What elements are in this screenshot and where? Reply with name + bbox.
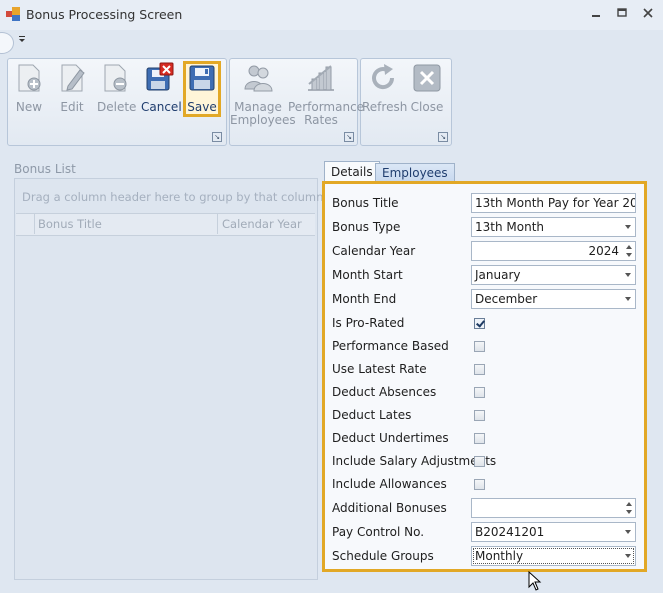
close-button[interactable]: Close xyxy=(410,62,444,114)
bonus-type-label: Bonus Type xyxy=(332,220,401,234)
tab-employees[interactable]: Employees xyxy=(375,163,455,182)
spin-up-icon[interactable] xyxy=(626,245,632,249)
performance-based-label: Performance Based xyxy=(332,339,449,353)
quick-access-toolbar xyxy=(0,30,663,54)
deduct-undertimes-label: Deduct Undertimes xyxy=(332,431,449,445)
pay-control-no-dropdown[interactable]: B20241201 xyxy=(471,522,636,542)
chevron-down-icon[interactable] xyxy=(625,554,631,558)
use-latest-rate-label: Use Latest Rate xyxy=(332,362,427,376)
chevron-down-icon[interactable] xyxy=(625,273,631,277)
include-salary-adjustments-checkbox[interactable] xyxy=(474,456,485,467)
column-header-calendar-year[interactable]: Calendar Year xyxy=(222,217,302,231)
bonus-title-label: Bonus Title xyxy=(332,196,399,210)
include-salary-adjustments-label: Include Salary Adjustments xyxy=(332,454,497,468)
include-allowances-label: Include Allowances xyxy=(332,477,447,491)
bonus-title-input[interactable]: 13th Month Pay for Year 2024 xyxy=(471,193,636,213)
refresh-icon xyxy=(372,64,395,90)
employees-icon xyxy=(244,65,273,92)
deduct-absences-label: Deduct Absences xyxy=(332,385,437,399)
month-start-label: Month Start xyxy=(332,268,403,282)
bonus-list-label: Bonus List xyxy=(14,162,76,176)
new-button[interactable]: New xyxy=(13,62,45,114)
deduct-undertimes-checkbox[interactable] xyxy=(474,433,485,444)
performance-rates-button[interactable]: Performance Rates xyxy=(288,62,364,127)
month-end-dropdown[interactable]: December xyxy=(471,289,636,309)
pay-control-no-label: Pay Control No. xyxy=(332,525,425,539)
spin-up-icon[interactable] xyxy=(626,502,632,506)
calendar-year-label: Calendar Year xyxy=(332,244,416,258)
group-launcher-icon[interactable]: ↘ xyxy=(212,132,222,142)
floppy-disk-icon xyxy=(189,65,215,91)
maximize-icon[interactable] xyxy=(611,4,633,24)
minimize-icon[interactable] xyxy=(585,4,607,24)
performance-chart-icon xyxy=(308,65,334,91)
cancel-save-icon xyxy=(146,62,174,91)
chevron-down-icon[interactable] xyxy=(18,35,26,46)
use-latest-rate-checkbox[interactable] xyxy=(474,364,485,375)
delete-button[interactable]: Delete xyxy=(97,62,136,114)
deduct-lates-checkbox[interactable] xyxy=(474,410,485,421)
cancel-button[interactable]: Cancel xyxy=(141,62,182,114)
app-icon xyxy=(6,7,20,21)
edit-button[interactable]: Edit xyxy=(56,62,88,114)
close-icon[interactable] xyxy=(637,4,659,24)
month-end-label: Month End xyxy=(332,292,397,306)
column-divider xyxy=(217,213,218,234)
mouse-cursor-icon xyxy=(528,571,542,591)
chevron-down-icon[interactable] xyxy=(625,225,631,229)
manage-employees-button[interactable]: Manage Employees xyxy=(230,62,296,127)
tab-details[interactable]: Details xyxy=(324,161,380,182)
month-start-dropdown[interactable]: January xyxy=(471,265,636,285)
delete-document-icon xyxy=(104,64,127,92)
group-launcher-icon[interactable]: ↘ xyxy=(438,132,448,142)
deduct-lates-label: Deduct Lates xyxy=(332,408,412,422)
include-allowances-checkbox[interactable] xyxy=(474,479,485,490)
schedule-groups-label: Schedule Groups xyxy=(332,549,434,563)
row-indicator-header xyxy=(16,213,35,234)
close-x-icon xyxy=(413,64,441,92)
spin-down-icon[interactable] xyxy=(626,253,632,257)
group-panel-hint: Drag a column header here to group by th… xyxy=(22,190,324,204)
save-button[interactable]: Save xyxy=(185,62,219,114)
is-pro-rated-label: Is Pro-Rated xyxy=(332,316,405,330)
chevron-down-icon[interactable] xyxy=(625,297,631,301)
window-title: Bonus Processing Screen xyxy=(26,7,183,22)
refresh-button[interactable]: Refresh xyxy=(362,62,407,114)
performance-based-checkbox[interactable] xyxy=(474,341,485,352)
column-header-bonus-title[interactable]: Bonus Title xyxy=(38,217,102,231)
chevron-down-icon[interactable] xyxy=(625,530,631,534)
calendar-year-spinner[interactable]: 2024 xyxy=(471,241,636,261)
is-pro-rated-checkbox[interactable] xyxy=(474,318,485,329)
additional-bonuses-label: Additional Bonuses xyxy=(332,501,447,515)
edit-pencil-icon xyxy=(61,64,85,92)
schedule-groups-dropdown[interactable]: Monthly xyxy=(471,546,636,566)
deduct-absences-checkbox[interactable] xyxy=(474,387,485,398)
additional-bonuses-spinner[interactable] xyxy=(471,498,636,518)
bonus-type-dropdown[interactable]: 13th Month xyxy=(471,217,636,237)
group-launcher-icon[interactable]: ↘ xyxy=(344,132,354,142)
bonus-list-grid[interactable] xyxy=(14,178,318,580)
spin-down-icon[interactable] xyxy=(626,510,632,514)
new-document-icon xyxy=(18,64,41,92)
